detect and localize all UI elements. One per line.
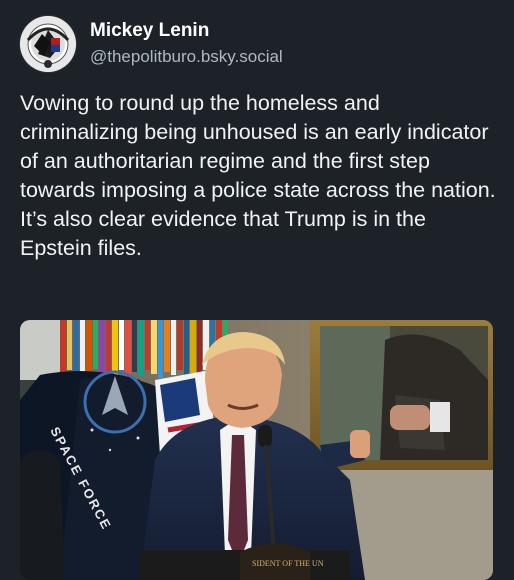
podium-seal-text: SIDENT OF THE UN [252, 559, 324, 568]
post-paragraph: It’s also clear evidence that Trump is i… [20, 205, 500, 263]
avatar-image [20, 16, 76, 72]
author-handle[interactable]: @thepolitburo.bsky.social [90, 45, 283, 69]
post-card[interactable]: Mickey Lenin @thepolitburo.bsky.social V… [0, 0, 514, 565]
post-paragraph: Vowing to round up the homeless and crim… [20, 89, 500, 205]
author-info[interactable]: Mickey Lenin @thepolitburo.bsky.social [90, 19, 283, 69]
post-image[interactable]: SPACE FORCE [20, 320, 493, 580]
author-display-name[interactable]: Mickey Lenin [90, 19, 283, 43]
press-photo: SPACE FORCE [20, 320, 493, 580]
author-avatar[interactable] [20, 16, 76, 72]
post-text: Vowing to round up the homeless and crim… [20, 89, 500, 263]
